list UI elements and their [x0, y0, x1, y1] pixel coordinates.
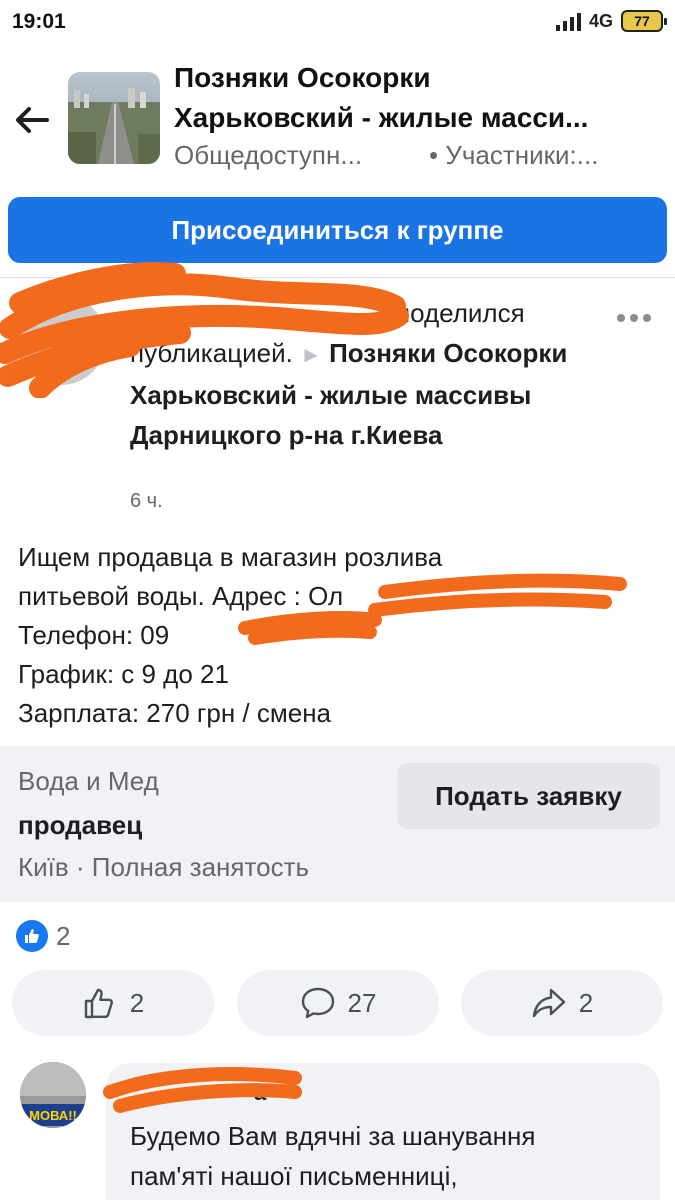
post-timestamp[interactable]: 6 ч. — [130, 490, 163, 513]
comment-author[interactable]: а — [254, 1080, 266, 1106]
divider — [0, 277, 675, 278]
post-line: График: с 9 до 21 — [18, 659, 229, 689]
group-title-line2: Харьковский - жилые масси... — [174, 102, 589, 133]
status-time: 19:01 — [12, 10, 66, 33]
apply-button[interactable]: Подать заявку — [397, 763, 660, 829]
status-bar: 19:01 4G 77 — [0, 0, 675, 48]
commenter-avatar[interactable]: МОВА!! — [20, 1062, 86, 1128]
commenter-avatar-text: МОВА!! — [29, 1108, 77, 1123]
comment-text: Будемо Вам вдячні за шанування пам'яті н… — [130, 1116, 640, 1196]
group-members[interactable]: • Участники:... — [429, 140, 649, 171]
comment-button[interactable]: 27 — [237, 970, 439, 1036]
job-location: Київ · Полная занятость — [18, 852, 310, 882]
job-title: продавец — [18, 810, 143, 840]
comment-count: 27 — [347, 987, 377, 1018]
post-line: Ищем продавца в магазин розлива — [18, 542, 443, 572]
like-icon — [84, 988, 113, 1019]
reaction-count: 2 — [56, 920, 71, 951]
join-group-button[interactable]: Присоединиться к группе — [8, 197, 667, 263]
post-author-avatar[interactable] — [16, 295, 106, 385]
comment-icon — [301, 987, 334, 1019]
more-icon — [617, 314, 625, 322]
comment-line: пам'яті нашої письменниці, — [130, 1161, 458, 1191]
back-button[interactable] — [12, 100, 52, 140]
post-header: поделился публикацией. ► Позняки Осокорк… — [130, 293, 610, 455]
post-line: питьевой воды. Адрес : Ол — [18, 581, 344, 611]
network-type: 4G — [588, 10, 613, 31]
like-count: 2 — [129, 987, 145, 1018]
comment-line: Будемо Вам вдячні за шанування — [130, 1121, 536, 1151]
share-count: 2 — [578, 987, 594, 1018]
status-indicators: 4G 77 — [555, 10, 667, 32]
share-button[interactable]: 2 — [461, 970, 663, 1036]
reaction-summary[interactable]: 2 — [16, 920, 70, 952]
group-title[interactable]: Позняки Осокорки Харьковский - жилые мас… — [174, 58, 654, 138]
group-privacy: Общедоступн... — [174, 140, 363, 170]
group-cover-image[interactable] — [68, 72, 160, 164]
post-body: Ищем продавца в магазин розлива питьевой… — [18, 538, 658, 733]
battery-icon: 77 — [621, 10, 667, 32]
share-arrow-icon: ► — [300, 342, 322, 367]
post-line: Телефон: 09 — [18, 620, 170, 650]
share-icon — [532, 988, 565, 1018]
post-line: Зарплата: 270 грн / смена — [18, 698, 332, 728]
like-button[interactable]: 2 — [12, 970, 214, 1036]
group-meta: Общедоступн... • Участники:... — [174, 140, 654, 171]
signal-icon — [555, 11, 581, 31]
back-arrow-icon — [16, 107, 49, 133]
more-options-button[interactable] — [612, 300, 656, 336]
group-title-line1: Позняки Осокорки — [174, 62, 431, 93]
like-badge-icon — [16, 920, 48, 952]
job-company: Вода и Мед — [18, 766, 159, 796]
